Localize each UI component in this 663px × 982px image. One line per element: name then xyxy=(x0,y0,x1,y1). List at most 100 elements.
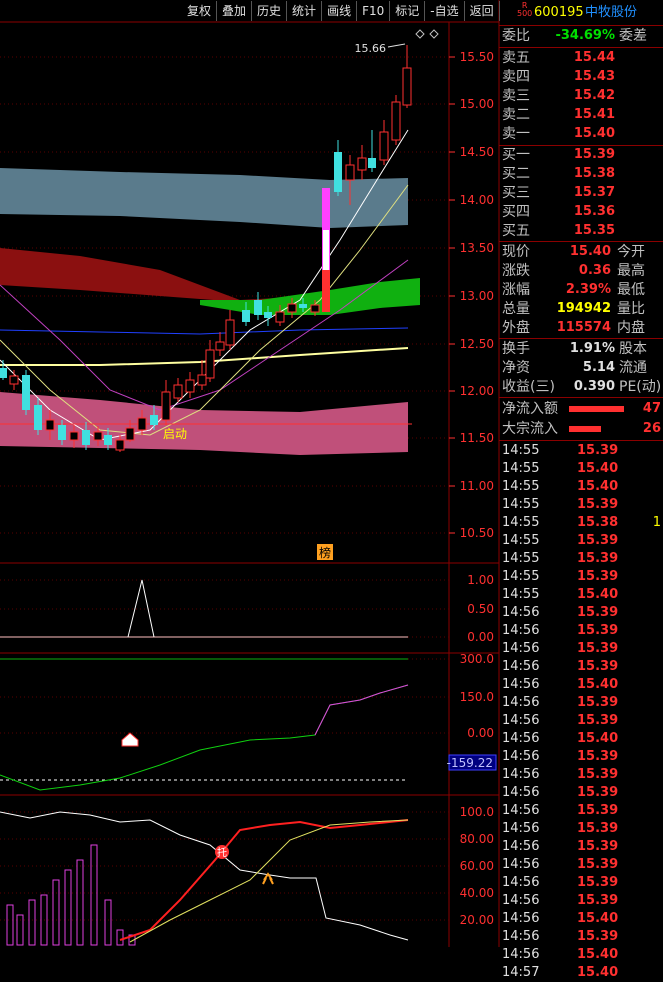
candle-body xyxy=(69,431,79,441)
badge-bottom: 500 xyxy=(517,9,533,18)
tick-time: 14:56 xyxy=(502,875,540,890)
toolbar-button-0[interactable]: 复权 xyxy=(182,1,218,21)
candle-body xyxy=(185,379,195,393)
candle-body xyxy=(310,304,320,313)
tick-price: 15.40 xyxy=(577,731,619,746)
tick-price: 15.40 xyxy=(577,461,619,476)
sell-row-2[interactable]: 卖三 15.42 xyxy=(499,87,663,105)
tick-row: 14:56 15.39 xyxy=(499,712,663,730)
ind3-axis-label: 40.00 xyxy=(460,886,494,900)
toolbar-button-7[interactable]: -自选 xyxy=(425,1,465,21)
candle-body xyxy=(82,430,90,445)
candle-body xyxy=(58,425,66,440)
toolbar-button-1[interactable]: 叠加 xyxy=(217,1,253,21)
tick-price: 15.39 xyxy=(577,803,619,818)
ind3-bar xyxy=(6,904,14,946)
sell-row-3[interactable]: 卖二 15.41 xyxy=(499,106,663,124)
tick-row: 14:56 15.39 xyxy=(499,874,663,892)
stat2-row-0: 换手 1.91% 股本 xyxy=(499,340,663,358)
price-axis-label: 11.00 xyxy=(460,479,494,493)
flow-value: 26 xyxy=(642,421,661,436)
tick-time: 14:55 xyxy=(502,497,540,512)
sell-row-4[interactable]: 卖一 15.40 xyxy=(499,125,663,143)
toolbar-button-5[interactable]: F10 xyxy=(357,1,391,21)
ind3-bar xyxy=(90,844,98,946)
candle-body xyxy=(334,152,342,192)
ind2-magenta xyxy=(314,684,409,736)
stat-label: 总量 xyxy=(502,301,530,317)
candle-body xyxy=(264,312,272,318)
buy-row-0[interactable]: 买一 15.39 xyxy=(499,146,663,164)
ind2-value-text: -159.22 xyxy=(447,756,493,770)
tick-row: 14:56 15.40 xyxy=(499,946,663,964)
stat-row-4: 外盘 115574 内盘 xyxy=(499,319,663,337)
ind3-white xyxy=(0,811,409,941)
tick-time: 14:56 xyxy=(502,713,540,728)
sell-label: 卖四 xyxy=(502,69,530,85)
stock-badge: R 500 xyxy=(517,2,532,18)
ind3-axis-label: 80.00 xyxy=(460,832,494,846)
sell-row-0[interactable]: 卖五 15.44 xyxy=(499,49,663,67)
tick-price: 15.39 xyxy=(577,875,619,890)
ind1-axis-label: 1.00 xyxy=(467,573,494,587)
tick-price: 15.40 xyxy=(577,677,619,692)
tick-row: 14:55 15.39 xyxy=(499,550,663,568)
buy-row-4[interactable]: 买五 15.35 xyxy=(499,222,663,240)
tick-time: 14:56 xyxy=(502,839,540,854)
price-axis-label: 12.50 xyxy=(460,337,494,351)
toolbar-button-3[interactable]: 统计 xyxy=(287,1,323,21)
weibi-row: 委比 -34.69% 委差 xyxy=(499,27,663,45)
tick-time: 14:56 xyxy=(502,731,540,746)
sell-row-1[interactable]: 卖四 15.43 xyxy=(499,68,663,86)
candle-body xyxy=(22,375,30,410)
candle-body xyxy=(137,417,147,431)
stock-name[interactable]: 中牧股份 xyxy=(585,4,637,22)
toolbar-button-4[interactable]: 画线 xyxy=(322,1,358,21)
stat-value: 0.36 xyxy=(578,263,611,278)
price-axis-label: 13.50 xyxy=(460,241,494,255)
toolbar-button-8[interactable]: 返回 xyxy=(465,1,500,21)
ind2-axis-label: 300.0 xyxy=(460,652,494,666)
sell-price: 15.42 xyxy=(573,88,615,103)
tick-time: 14:56 xyxy=(502,623,540,638)
candle-body xyxy=(115,439,125,451)
flow-row-1: 大宗流入 26 xyxy=(499,420,663,438)
tick-time: 14:55 xyxy=(502,587,540,602)
tick-row: 14:56 15.39 xyxy=(499,838,663,856)
tick-row: 14:56 15.40 xyxy=(499,730,663,748)
tick-price: 15.39 xyxy=(577,749,619,764)
buy-label: 买二 xyxy=(502,166,530,182)
candle-body xyxy=(34,405,42,430)
toolbar-button-6[interactable]: 标记 xyxy=(390,1,426,21)
tick-time: 14:56 xyxy=(502,803,540,818)
divider xyxy=(499,47,663,48)
stat2-value: 0.390 xyxy=(573,379,615,394)
tick-row: 14:56 15.39 xyxy=(499,784,663,802)
candle-body xyxy=(215,341,225,351)
sell-price: 15.43 xyxy=(573,69,615,84)
ind3-yellow xyxy=(129,819,409,943)
buy-row-2[interactable]: 买三 15.37 xyxy=(499,184,663,202)
candle-body xyxy=(150,415,158,425)
tick-row: 14:56 15.39 xyxy=(499,658,663,676)
stat2-label2: 流通 xyxy=(619,360,647,376)
weibi-value: -34.69% xyxy=(555,28,615,43)
tick-row: 14:56 15.39 xyxy=(499,640,663,658)
buy-row-1[interactable]: 买二 15.38 xyxy=(499,165,663,183)
buy-row-3[interactable]: 买四 15.36 xyxy=(499,203,663,221)
tick-time: 14:56 xyxy=(502,641,540,656)
stat-label: 涨跌 xyxy=(502,263,530,279)
tuo-label: 托 xyxy=(217,846,227,859)
candle-body xyxy=(254,300,262,315)
candle-body xyxy=(205,349,215,379)
tick-row: 14:55 15.40 xyxy=(499,478,663,496)
ind3-axis-label: 100.0 xyxy=(460,805,494,819)
bang-label: 榜 xyxy=(319,545,331,560)
ind2-green xyxy=(0,684,409,791)
price-axis-label: 15.00 xyxy=(460,97,494,111)
tick-time: 14:56 xyxy=(502,911,540,926)
toolbar-button-2[interactable]: 历史 xyxy=(252,1,288,21)
tick-time: 14:56 xyxy=(502,893,540,908)
ind2-axis-label: 150.0 xyxy=(460,690,494,704)
price-axis-label: 15.50 xyxy=(460,50,494,64)
